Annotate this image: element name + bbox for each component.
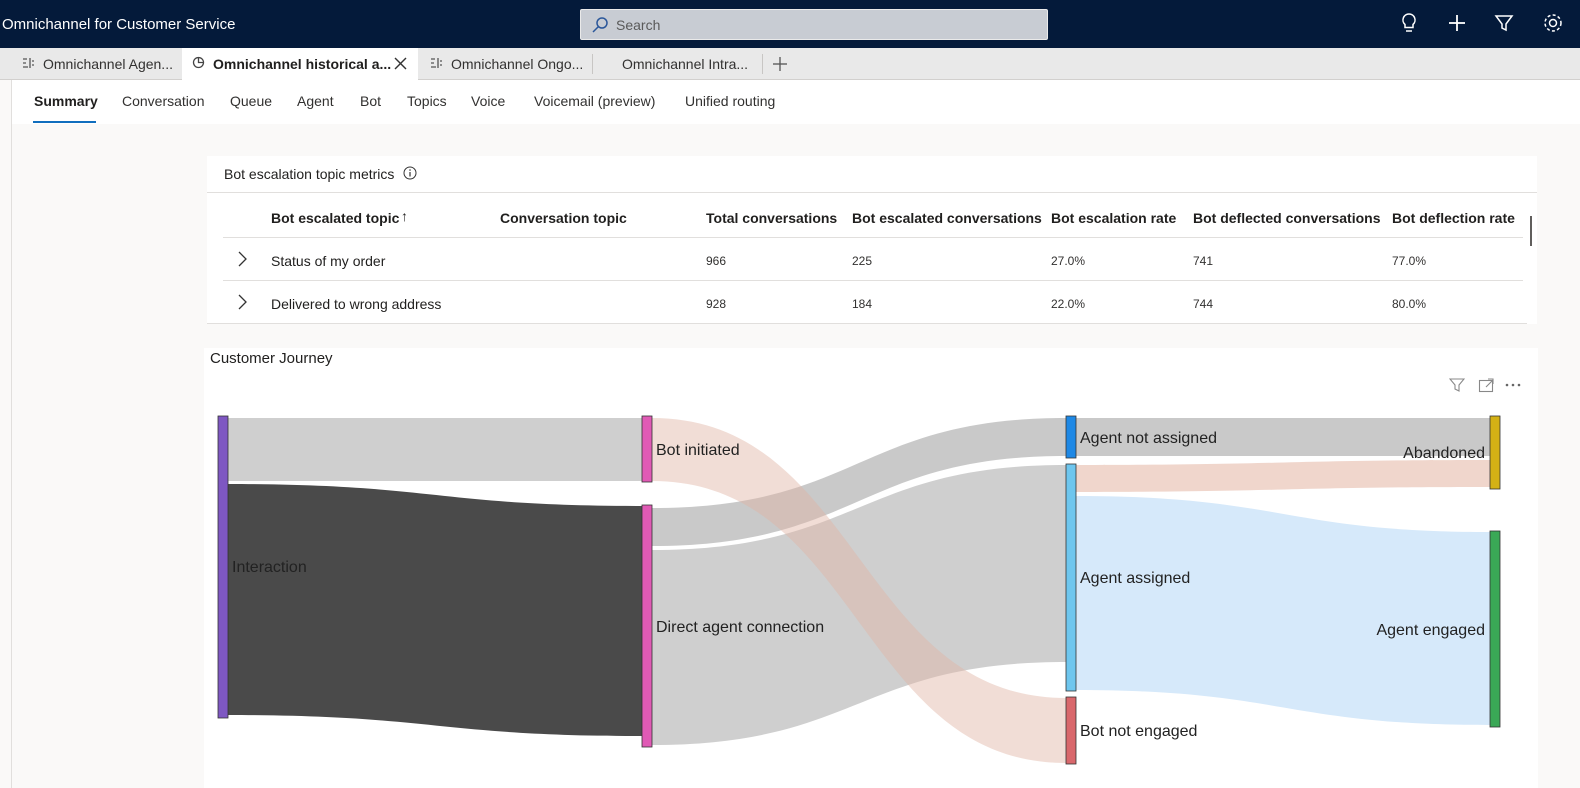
col-bot-escalated-topic[interactable]: Bot escalated topic [271, 210, 399, 226]
report-icon [192, 56, 205, 72]
label-agent-not-assigned: Agent not assigned [1080, 430, 1217, 447]
customer-journey-card: Customer Journey Interaction Bot initiat… [204, 348, 1538, 788]
expand-row-icon[interactable] [237, 251, 247, 272]
left-rail [0, 80, 12, 788]
card-title: Bot escalation topic metrics [224, 166, 395, 182]
cell-topic: Status of my order [271, 253, 386, 269]
node-agent-not-assigned[interactable] [1065, 415, 1077, 459]
subnav-queue[interactable]: Queue [230, 93, 272, 109]
plus-icon[interactable] [1447, 12, 1467, 39]
settings-icon[interactable] [1542, 12, 1564, 39]
tab-divider [762, 54, 763, 74]
active-tab-indicator [33, 121, 96, 123]
cell-total: 928 [706, 297, 727, 311]
add-tab-icon[interactable] [772, 56, 788, 77]
app-title[interactable]: Omnichannel for Customer Service [2, 16, 235, 33]
expand-row-icon[interactable] [237, 294, 247, 315]
label-bot-initiated: Bot initiated [656, 442, 740, 459]
divider [223, 280, 1523, 281]
subnav-topics[interactable]: Topics [407, 93, 447, 109]
tab-label: Omnichannel historical a... [213, 56, 392, 72]
tab-label: Omnichannel Intra... [622, 56, 749, 72]
node-interaction[interactable] [217, 415, 229, 719]
col-bot-deflection-rate[interactable]: Bot deflection rate [1392, 210, 1515, 226]
col-total-conversations[interactable]: Total conversations [706, 210, 837, 226]
cell-topic: Delivered to wrong address [271, 296, 442, 312]
subnav-unified-routing[interactable]: Unified routing [685, 93, 775, 109]
cell-deflected: 744 [1193, 297, 1214, 311]
link-interaction-direct-agent [228, 484, 642, 736]
subnav-bot[interactable]: Bot [360, 93, 381, 109]
col-bot-deflected-conversations[interactable]: Bot deflected conversations [1193, 210, 1381, 226]
dashboard-icon [22, 56, 35, 72]
tab-omnichannel-ongoing[interactable]: Omnichannel Ongo... [430, 48, 590, 80]
col-conversation-topic[interactable]: Conversation topic [500, 210, 627, 226]
scrollbar[interactable] [1530, 216, 1532, 246]
node-abandoned[interactable] [1489, 415, 1501, 490]
tab-omnichannel-intraday[interactable]: Omnichannel Intra... [622, 48, 762, 80]
search-icon [591, 16, 609, 39]
col-bot-escalation-rate[interactable]: Bot escalation rate [1051, 210, 1176, 226]
subnav-agent[interactable]: Agent [297, 93, 334, 109]
node-bot-not-engaged[interactable] [1065, 696, 1077, 765]
search-input[interactable]: Search [616, 17, 660, 33]
info-icon[interactable] [403, 166, 417, 185]
divider [207, 192, 1537, 193]
filter-icon[interactable] [1494, 12, 1514, 39]
cell-escalation-rate: 22.0% [1051, 297, 1086, 311]
subnav-voicemail[interactable]: Voicemail (preview) [534, 93, 655, 109]
label-direct-agent: Direct agent connection [656, 619, 824, 636]
link-assigned-abandoned [1076, 460, 1490, 492]
cell-total: 966 [706, 254, 727, 268]
col-bot-escalated-conversations[interactable]: Bot escalated conversations [852, 210, 1042, 226]
cell-escalated: 184 [852, 297, 873, 311]
node-direct-agent[interactable] [641, 504, 653, 748]
cell-deflection-rate: 77.0% [1392, 254, 1427, 268]
tab-label: Omnichannel Ongo... [451, 56, 584, 72]
tab-omnichannel-agent[interactable]: Omnichannel Agen... [22, 48, 180, 80]
cell-escalation-rate: 27.0% [1051, 254, 1086, 268]
tab-strip: Omnichannel Agen... Omnichannel historic… [0, 48, 1580, 80]
report-subnav: Summary Conversation Queue Agent Bot Top… [12, 80, 1580, 124]
subnav-voice[interactable]: Voice [471, 93, 505, 109]
dashboard-icon [430, 56, 443, 72]
cell-deflection-rate: 80.0% [1392, 297, 1427, 311]
lightbulb-icon[interactable] [1400, 12, 1418, 39]
bot-escalation-card: Bot escalation topic metrics Bot escalat… [207, 156, 1537, 324]
close-icon[interactable] [394, 57, 407, 73]
top-bar: Omnichannel for Customer Service Search [0, 0, 1580, 48]
sankey-chart: Interaction Bot initiated Direct agent c… [217, 415, 1501, 765]
divider [223, 237, 1523, 238]
label-abandoned: Abandoned [1403, 445, 1485, 462]
cell-deflected: 741 [1193, 254, 1214, 268]
search-box[interactable]: Search [580, 9, 1048, 40]
subnav-summary[interactable]: Summary [34, 93, 98, 109]
link-assigned-engaged [1076, 496, 1490, 725]
node-agent-assigned[interactable] [1065, 463, 1077, 692]
label-interaction: Interaction [232, 559, 307, 576]
cell-escalated: 225 [852, 254, 873, 268]
label-agent-assigned: Agent assigned [1080, 570, 1190, 587]
tab-omnichannel-historical[interactable]: Omnichannel historical a... [182, 48, 418, 80]
link-interaction-bot-initiated [228, 418, 642, 481]
node-bot-initiated[interactable] [641, 415, 653, 483]
tab-divider [592, 54, 593, 74]
label-agent-engaged: Agent engaged [1376, 622, 1485, 639]
tab-label: Omnichannel Agen... [43, 56, 173, 72]
sort-ascending-icon[interactable]: ↑ [401, 208, 408, 224]
node-agent-engaged[interactable] [1489, 530, 1501, 728]
divider [207, 323, 1527, 324]
label-bot-not-engaged: Bot not engaged [1080, 723, 1197, 740]
subnav-conversation[interactable]: Conversation [122, 93, 205, 109]
